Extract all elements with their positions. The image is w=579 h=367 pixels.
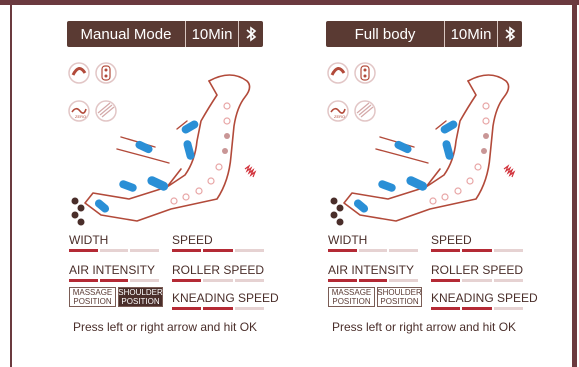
air-intensity-level-bar[interactable]: [328, 279, 419, 282]
chair-illustration: ZERO: [68, 62, 257, 226]
svg-text:ZERO: ZERO: [75, 114, 86, 119]
timer-label[interactable]: 10Min: [445, 21, 498, 47]
shoulder-position-button[interactable]: SHOULDER POSITION: [118, 287, 163, 307]
massage-position-button[interactable]: MASSAGE POSITION: [69, 287, 116, 307]
timer-label[interactable]: 10Min: [186, 21, 239, 47]
vibration-icon[interactable]: [95, 62, 117, 84]
kneading-speed-level-bar[interactable]: [431, 307, 523, 310]
chair-illustration: ZERO: [327, 62, 516, 226]
width-label: WIDTH: [328, 233, 368, 247]
air-intensity-label: AIR INTENSITY: [328, 263, 415, 277]
roller-speed-label: ROLLER SPEED: [172, 263, 265, 277]
width-level-bar[interactable]: [69, 249, 160, 252]
roller-speed-level-bar[interactable]: [172, 279, 264, 282]
speed-level-bar[interactable]: [172, 249, 264, 252]
shoulder-position-button[interactable]: SHOULDER POSITION: [377, 287, 422, 307]
roller-speed-level-bar[interactable]: [431, 279, 523, 282]
bluetooth-icon[interactable]: [239, 21, 263, 47]
heat-icon[interactable]: [354, 100, 376, 122]
kneading-speed-level-bar[interactable]: [172, 307, 264, 310]
mode-label[interactable]: Manual Mode: [67, 21, 186, 47]
frame-right-border: [572, 5, 577, 367]
kneading-speed-label: KNEADING SPEED: [172, 291, 279, 305]
speed-level-bar[interactable]: [431, 249, 523, 252]
zero-gravity-icon[interactable]: ZERO: [327, 100, 349, 122]
mode-label[interactable]: Full body: [326, 21, 445, 47]
speed-label: SPEED: [431, 233, 472, 247]
flip-icon[interactable]: [327, 62, 349, 84]
massage-panel-manual: Manual Mode 10Min ZERO WIDTH SPEED AIR I…: [59, 11, 279, 355]
flip-icon[interactable]: [68, 62, 90, 84]
bluetooth-icon[interactable]: [498, 21, 522, 47]
frame-left-border: [10, 5, 12, 367]
massage-panel-full-body: Full body 10Min ZERO WIDTH SPEED AIR INT…: [318, 11, 538, 355]
massage-position-button[interactable]: MASSAGE POSITION: [328, 287, 375, 307]
width-label: WIDTH: [69, 233, 109, 247]
instruction-text: Press left or right arrow and hit OK: [72, 320, 258, 334]
roller-speed-label: ROLLER SPEED: [431, 263, 524, 277]
air-intensity-level-bar[interactable]: [69, 279, 160, 282]
air-intensity-label: AIR INTENSITY: [69, 263, 156, 277]
svg-text:ZERO: ZERO: [334, 114, 345, 119]
zero-gravity-icon[interactable]: ZERO: [68, 100, 90, 122]
speed-label: SPEED: [172, 233, 213, 247]
width-level-bar[interactable]: [328, 249, 419, 252]
kneading-speed-label: KNEADING SPEED: [431, 291, 538, 305]
instruction-text: Press left or right arrow and hit OK: [331, 320, 517, 334]
panel-header: Manual Mode 10Min: [67, 21, 263, 47]
vibration-icon[interactable]: [354, 62, 376, 84]
frame-top-border: [0, 0, 579, 5]
panel-header: Full body 10Min: [326, 21, 522, 47]
heat-icon[interactable]: [95, 100, 117, 122]
